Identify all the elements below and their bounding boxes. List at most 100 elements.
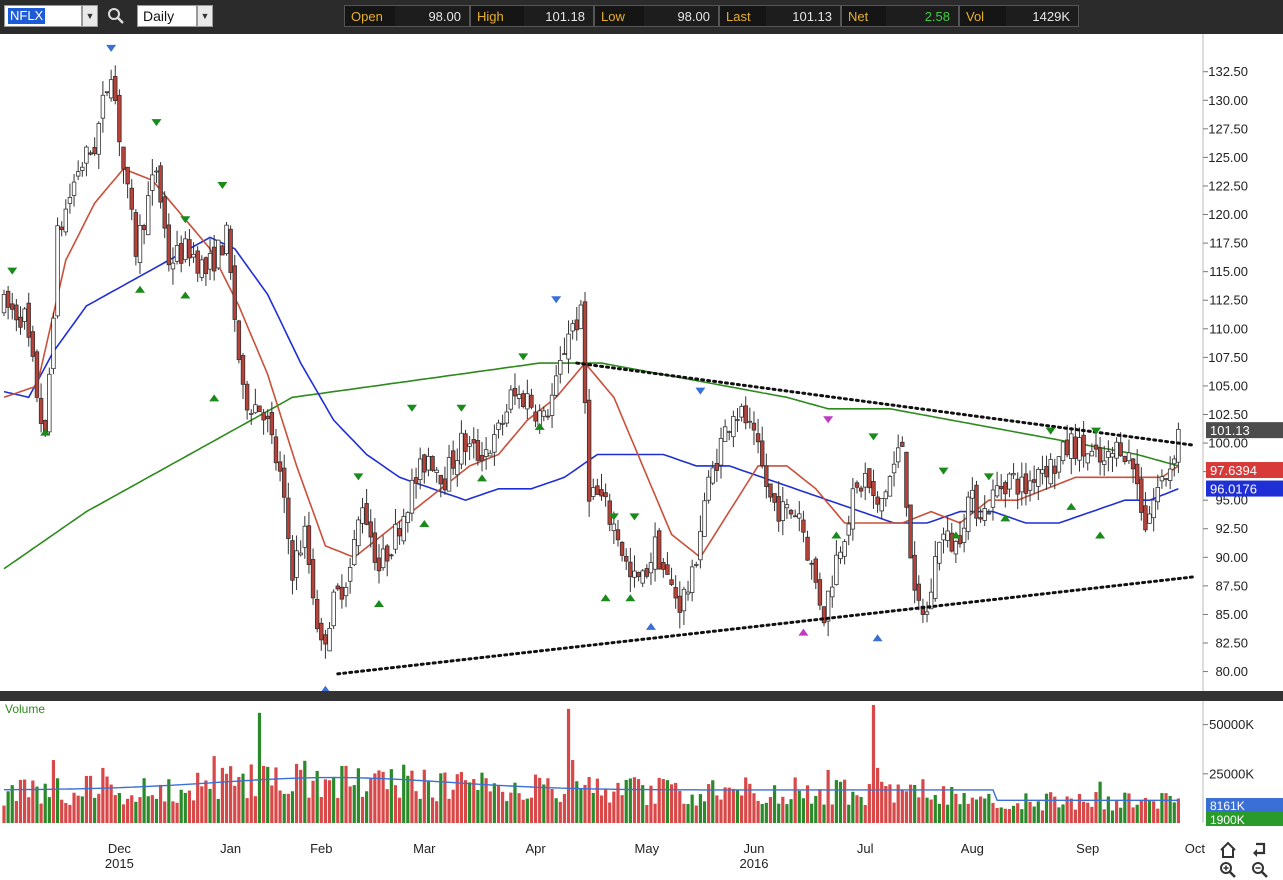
period-text: Daily xyxy=(143,8,175,24)
candle-body xyxy=(1027,480,1033,491)
candle-body xyxy=(1176,428,1181,463)
volume-bar xyxy=(175,802,179,823)
volume-bar xyxy=(340,766,344,823)
candle-body xyxy=(249,413,254,415)
candle-body xyxy=(253,404,258,414)
volume-bar xyxy=(459,772,463,823)
symbol-dropdown-button[interactable]: ▼ xyxy=(82,5,98,27)
candle-body xyxy=(1003,482,1008,495)
volume-bar xyxy=(818,789,822,823)
symbol-input[interactable]: NFLX xyxy=(4,5,82,27)
candle-body xyxy=(500,422,505,425)
volume-bar xyxy=(653,803,657,823)
candle-body xyxy=(549,394,555,416)
candle-body xyxy=(368,521,373,538)
candle-body xyxy=(463,433,468,452)
candle-body xyxy=(1106,451,1111,459)
volume-bar xyxy=(859,796,863,823)
volume-bar xyxy=(216,798,220,823)
volume-bar xyxy=(711,780,715,823)
candle-body xyxy=(352,539,357,566)
volume-bar xyxy=(1082,801,1086,823)
volume-bar xyxy=(546,778,550,823)
candle-body xyxy=(990,489,996,508)
volume-bar xyxy=(892,802,896,823)
quote-value: 101.13 xyxy=(766,6,840,26)
candle-body xyxy=(327,627,332,652)
candle-body xyxy=(1118,442,1123,457)
candle-body xyxy=(834,554,839,586)
candle-body xyxy=(945,530,950,541)
volume-bar xyxy=(414,791,418,823)
candle-body xyxy=(533,411,538,422)
zoom-in-icon[interactable] xyxy=(1219,861,1237,879)
volume-bar xyxy=(130,795,134,823)
candle-body xyxy=(146,195,151,236)
candle-body xyxy=(298,552,303,556)
quote-label: Vol xyxy=(966,8,985,24)
candle-body xyxy=(595,485,600,495)
candle-body xyxy=(508,389,514,410)
candle-body xyxy=(434,469,439,473)
candle-body xyxy=(702,500,707,537)
zoom-out-icon[interactable] xyxy=(1251,861,1269,879)
volume-bar xyxy=(1003,808,1007,823)
candle-body xyxy=(187,239,192,259)
candle-body xyxy=(619,541,625,556)
volume-bar xyxy=(875,767,880,823)
x-tick-label: Apr xyxy=(525,841,546,856)
candle-body xyxy=(22,308,27,322)
y-tick-label: 105.00 xyxy=(1208,378,1248,393)
candle-body xyxy=(525,393,530,410)
volume-bar xyxy=(1011,805,1016,823)
pane-separator[interactable] xyxy=(0,691,1283,701)
volume-bar xyxy=(1123,792,1127,823)
candle-body xyxy=(199,259,204,278)
y-tick-label: 92.50 xyxy=(1215,521,1248,536)
volume-bar xyxy=(826,769,830,823)
candle-body xyxy=(632,570,637,578)
volume-bar xyxy=(39,803,43,823)
candle-body xyxy=(18,316,23,328)
quote-label: Low xyxy=(601,8,625,24)
volume-bar xyxy=(921,779,925,823)
candle-body xyxy=(1089,450,1095,457)
candle-body xyxy=(430,456,435,471)
price-chart[interactable]: 132.50 130.00 127.50 125.00 122.50 120.00 117.… xyxy=(0,34,1283,880)
candle-body xyxy=(772,493,777,503)
volume-bar xyxy=(55,778,60,823)
candle-body xyxy=(1023,473,1029,494)
candle-body xyxy=(586,399,592,502)
candle-body xyxy=(871,481,876,497)
volume-bar xyxy=(381,771,385,823)
volume-bar xyxy=(608,802,612,823)
candle-body xyxy=(244,383,250,411)
period-select[interactable]: Daily xyxy=(137,5,197,27)
candle-body xyxy=(178,243,184,264)
candle-body xyxy=(591,487,596,497)
candle-body xyxy=(228,228,233,273)
candle-body xyxy=(455,460,460,476)
search-icon[interactable] xyxy=(107,7,125,25)
volume-bar xyxy=(550,788,554,823)
candle-body xyxy=(364,503,369,525)
candle-body xyxy=(817,579,823,606)
candle-body xyxy=(471,439,476,444)
y-tick-label: 117.50 xyxy=(1209,236,1248,251)
candle-body xyxy=(372,532,378,563)
candle-body xyxy=(1040,469,1045,474)
candle-body xyxy=(648,562,654,574)
volume-bar xyxy=(422,769,426,823)
volume-bar xyxy=(443,772,447,823)
volume-bar xyxy=(925,797,929,823)
quote-value: 1429K xyxy=(1006,6,1078,26)
period-dropdown-button[interactable]: ▼ xyxy=(197,5,213,27)
volume-bar xyxy=(958,804,962,823)
volume-bar xyxy=(542,784,546,823)
volume-bar xyxy=(917,797,921,823)
volume-bar xyxy=(274,767,278,823)
undo-icon[interactable] xyxy=(1251,841,1269,859)
volume-bar xyxy=(68,804,72,823)
volume-bar xyxy=(1040,810,1045,823)
home-icon[interactable] xyxy=(1219,841,1237,859)
